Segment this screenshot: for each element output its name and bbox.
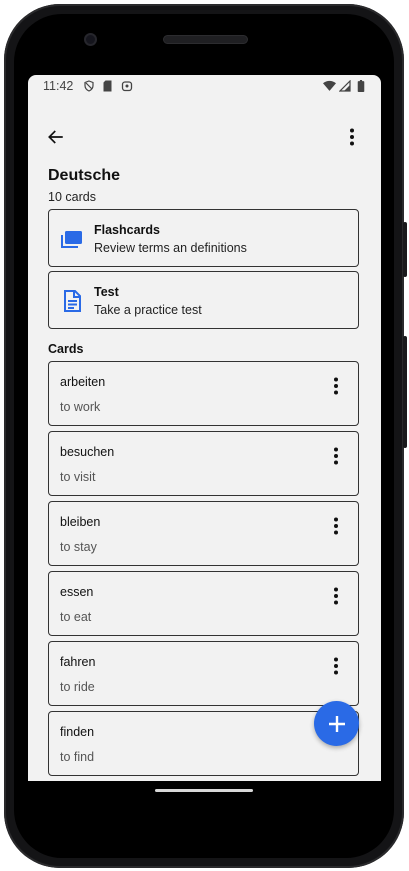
power-button xyxy=(403,336,407,448)
app-status-icon xyxy=(120,80,133,93)
add-card-button[interactable] xyxy=(314,701,359,746)
deck-title: Deutsche xyxy=(48,167,121,184)
mode-title: Flashcards xyxy=(94,223,161,237)
more-vert-icon xyxy=(334,657,338,675)
front-camera xyxy=(84,33,97,46)
flashcards-mode-button[interactable]: Flashcards Review terms an definitions xyxy=(48,209,359,267)
battery-icon xyxy=(354,80,367,93)
more-vert-icon xyxy=(334,517,338,535)
more-vert-icon xyxy=(334,587,338,605)
card-term: essen xyxy=(60,585,94,599)
mode-title: Test xyxy=(94,285,119,299)
card-term: besuchen xyxy=(60,445,115,459)
card-arbeiten[interactable]: arbeiten to work xyxy=(48,361,359,426)
card-definition: to stay xyxy=(60,540,97,554)
app-bar xyxy=(28,120,381,154)
card-term: bleiben xyxy=(60,515,101,529)
plus-icon xyxy=(328,715,345,732)
card-definition: to ride xyxy=(60,680,95,694)
back-button[interactable] xyxy=(44,125,68,149)
card-definition: to eat xyxy=(60,610,92,624)
card-essen[interactable]: essen to eat xyxy=(48,571,359,636)
shield-status-icon xyxy=(82,80,95,93)
wifi-icon xyxy=(323,80,336,93)
document-icon xyxy=(60,289,84,313)
volume-button xyxy=(403,222,407,277)
status-time: 11:42 xyxy=(43,79,74,93)
card-bleiben[interactable]: bleiben to stay xyxy=(48,501,359,566)
card-menu-button[interactable] xyxy=(324,584,348,608)
status-bar: 11:42 xyxy=(28,75,381,97)
home-indicator[interactable] xyxy=(155,789,253,792)
sd-card-status-icon xyxy=(101,80,114,93)
cards-section-label: Cards xyxy=(48,342,84,356)
more-vert-icon xyxy=(334,447,338,465)
signal-icon xyxy=(338,80,351,93)
app-screen: 11:42 Deutsche 10 cards Flashcards Revie… xyxy=(28,75,381,781)
more-vert-icon xyxy=(334,377,338,395)
card-term: fahren xyxy=(60,655,96,669)
card-finden[interactable]: finden to find xyxy=(48,711,359,776)
mode-description: Review terms an definitions xyxy=(94,241,247,255)
card-fahren[interactable]: fahren to ride xyxy=(48,641,359,706)
card-besuchen[interactable]: besuchen to visit xyxy=(48,431,359,496)
card-definition: to visit xyxy=(60,470,96,484)
flashcards-icon xyxy=(60,227,84,251)
earpiece-speaker xyxy=(163,35,248,44)
card-menu-button[interactable] xyxy=(324,654,348,678)
card-menu-button[interactable] xyxy=(324,444,348,468)
card-menu-button[interactable] xyxy=(324,514,348,538)
overflow-menu-button[interactable] xyxy=(340,125,364,149)
card-definition: to find xyxy=(60,750,95,764)
more-vert-icon xyxy=(350,128,354,146)
arrow-back-icon xyxy=(48,130,63,144)
card-count: 10 cards xyxy=(48,190,96,204)
card-term: finden xyxy=(60,725,95,739)
mode-description: Take a practice test xyxy=(94,303,202,317)
card-menu-button[interactable] xyxy=(324,374,348,398)
card-term: arbeiten xyxy=(60,375,106,389)
card-definition: to work xyxy=(60,400,101,414)
test-mode-button[interactable]: Test Take a practice test xyxy=(48,271,359,329)
